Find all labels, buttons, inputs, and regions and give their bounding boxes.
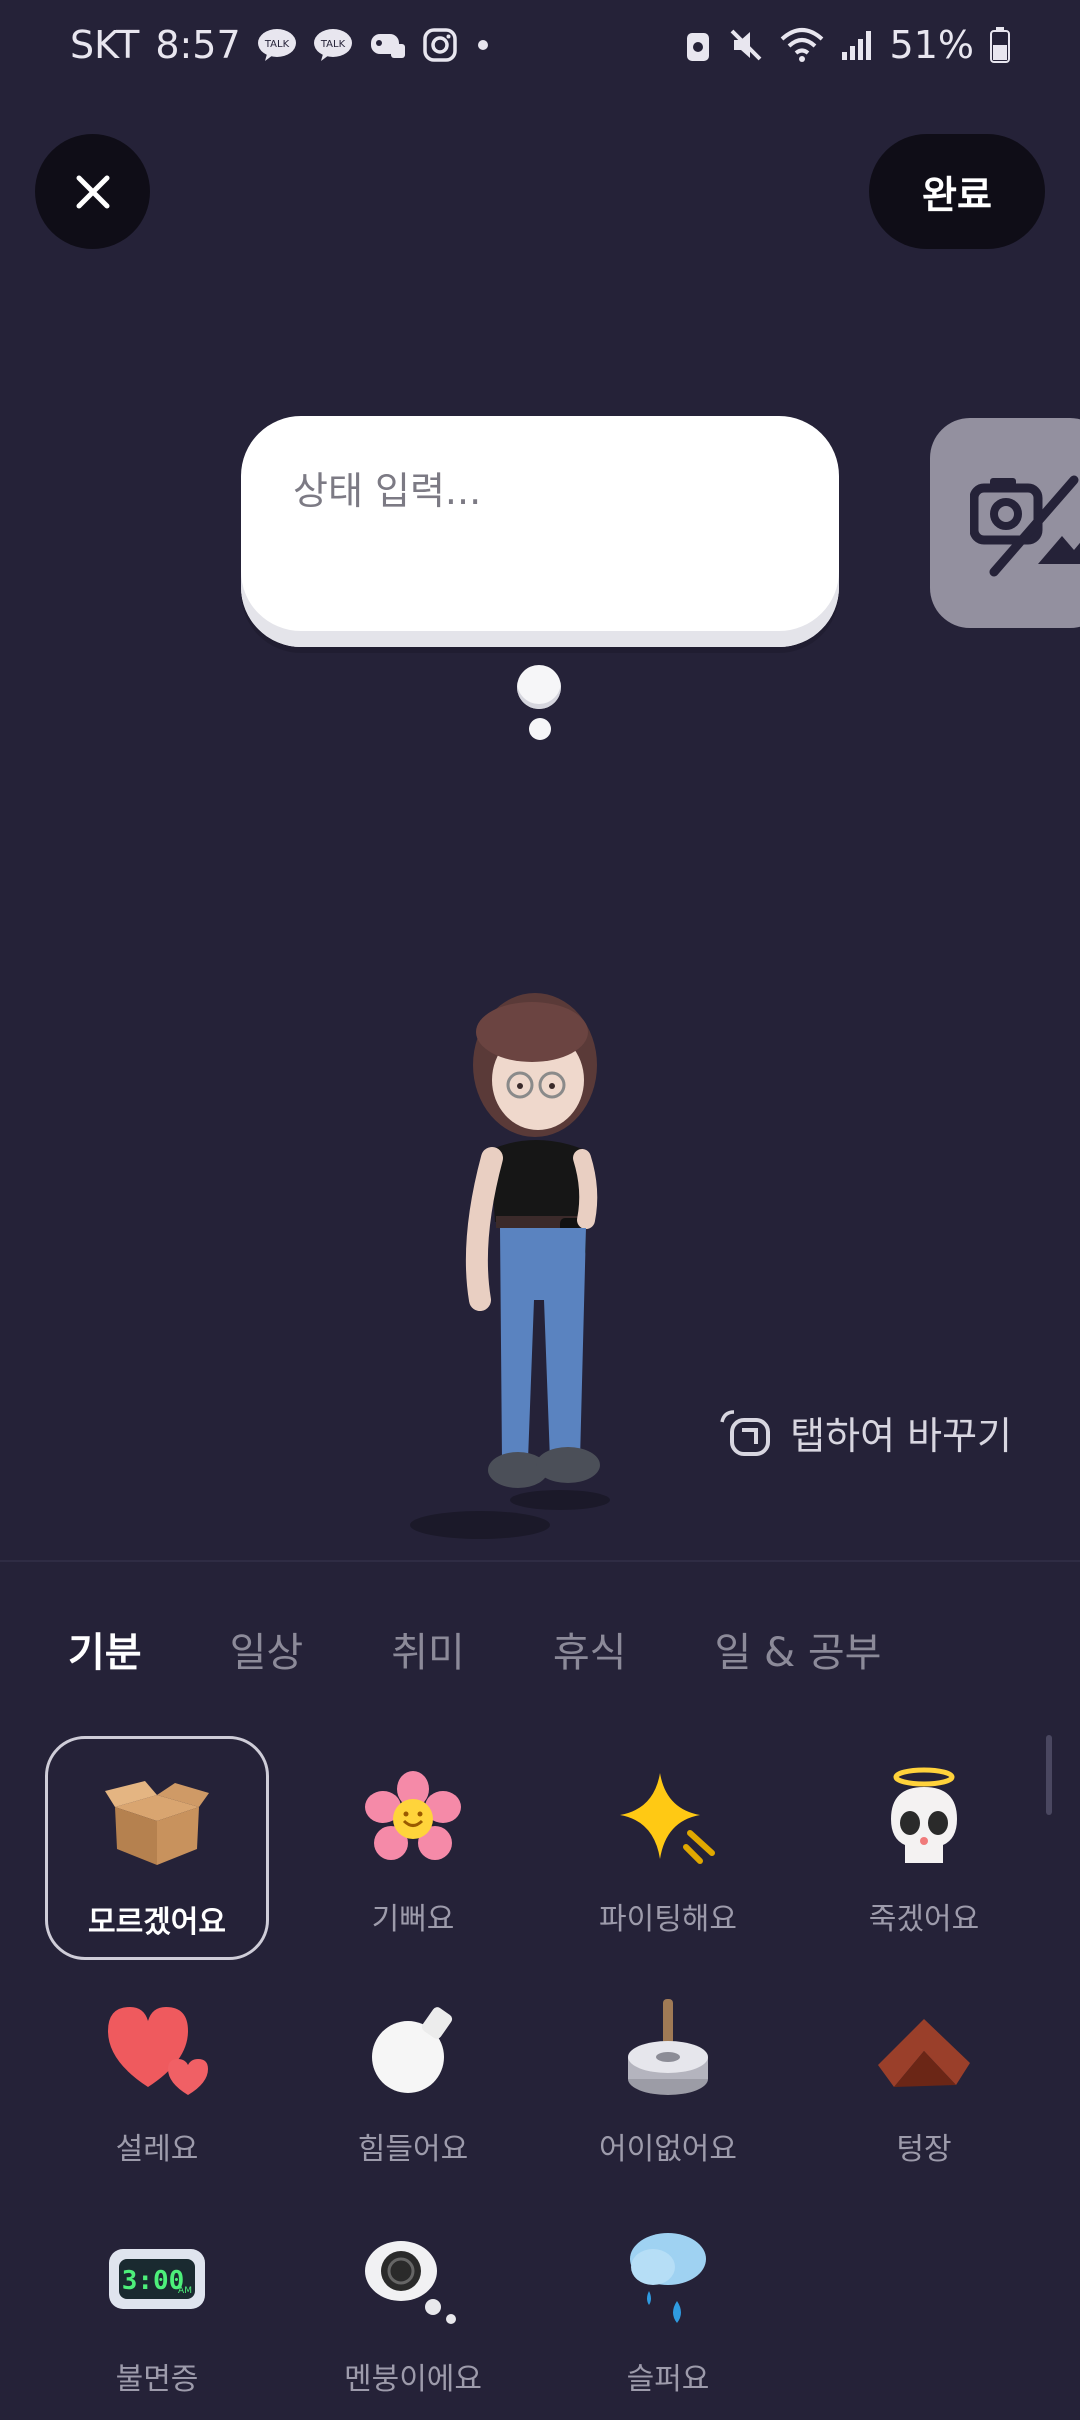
mood-label: 모르겠어요	[88, 1905, 226, 1940]
tape-roll-icon	[613, 1994, 723, 2104]
mood-label: 기뻐요	[371, 1902, 455, 1937]
carrier-label: SKT	[70, 23, 140, 67]
status-input-placeholder: 상태 입력...	[293, 469, 482, 513]
mute-icon	[728, 27, 764, 63]
mood-label: 힘들어요	[357, 2132, 469, 2167]
box-icon	[102, 1767, 212, 1877]
avatar-character[interactable]	[410, 980, 660, 1540]
notification-dot-icon	[473, 35, 493, 55]
done-button[interactable]: 완료	[869, 134, 1045, 249]
svg-text:AM: AM	[178, 2286, 192, 2296]
close-button[interactable]	[35, 134, 150, 249]
empty-wallet-icon	[869, 1994, 979, 2104]
tap-hint-label: 탭하여 바꾸기	[790, 1414, 1012, 1458]
mood-label: 멘붕이에요	[344, 2362, 482, 2397]
camera-off-icon	[970, 475, 1080, 577]
mood-item-excited[interactable]: 설레요	[45, 1966, 269, 2190]
tab-work-study[interactable]: 일 & 공부	[714, 1620, 881, 1678]
mood-item-broke[interactable]: 텅장	[812, 1966, 1036, 2190]
mood-label: 어이없어요	[599, 2132, 737, 2167]
tap-hand-icon	[720, 1409, 771, 1456]
mood-item-fighting[interactable]: 파이팅해요	[556, 1736, 780, 1960]
mood-label: 텅장	[896, 2132, 952, 2167]
mood-item-dying[interactable]: 죽겠어요	[812, 1736, 1036, 1960]
thought-dot-large	[517, 665, 561, 709]
category-tabs: 기분 일상 취미 휴식 일 & 공부	[68, 1620, 969, 1678]
alarm-clock-icon: 3:00 AM	[102, 2224, 212, 2334]
tab-hobby[interactable]: 취미	[391, 1620, 465, 1678]
instagram-icon	[422, 28, 457, 62]
wifi-icon	[780, 27, 824, 63]
svg-text:TALK: TALK	[264, 39, 290, 50]
close-icon	[76, 175, 109, 208]
mood-label: 슬퍼요	[626, 2362, 710, 2397]
heart-icon	[102, 1994, 212, 2104]
kakaotalk-icon: TALK	[257, 28, 297, 62]
tab-daily[interactable]: 일상	[230, 1620, 304, 1678]
scrollbar-thumb[interactable]	[1046, 1735, 1052, 1815]
mood-label: 죽겠어요	[868, 1902, 980, 1937]
lock-badge-icon	[684, 27, 712, 63]
mood-label: 불면증	[115, 2362, 199, 2397]
mood-item-insomnia[interactable]: 3:00 AM 불면증	[45, 2196, 269, 2420]
bomb-icon	[358, 1994, 468, 2104]
game-controller-icon	[369, 28, 407, 62]
status-bar: SKT 8:57 TALK TALK 51%	[0, 0, 1080, 90]
tab-rest[interactable]: 휴식	[553, 1620, 627, 1678]
mood-item-sad[interactable]: 슬퍼요	[556, 2196, 780, 2420]
mood-item-unknown[interactable]: 모르겠어요	[45, 1736, 269, 1960]
flower-icon	[358, 1764, 468, 1874]
tap-to-change-hint[interactable]: 탭하여 바꾸기	[718, 1405, 1012, 1460]
thought-dot-small	[529, 718, 551, 740]
mood-item-happy[interactable]: 기뻐요	[301, 1736, 525, 1960]
status-right: 51%	[684, 23, 1010, 67]
skull-angel-icon	[869, 1764, 979, 1874]
svg-text:TALK: TALK	[320, 39, 346, 50]
battery-icon	[990, 27, 1010, 63]
sparkle-icon	[613, 1764, 723, 1874]
mood-label: 설레요	[115, 2132, 199, 2167]
svg-text:3:00: 3:00	[122, 2266, 185, 2296]
rain-cloud-icon	[613, 2224, 723, 2334]
status-left: SKT 8:57 TALK TALK	[70, 23, 493, 67]
status-input-bubble[interactable]: 상태 입력...	[241, 416, 839, 647]
mood-item-tired[interactable]: 힘들어요	[301, 1966, 525, 2190]
mood-item-dumbfounded[interactable]: 어이없어요	[556, 1966, 780, 2190]
kakaotalk-icon: TALK	[313, 28, 353, 62]
tab-mood[interactable]: 기분	[68, 1620, 142, 1678]
clock-label: 8:57	[155, 23, 241, 67]
scribble-cloud-icon	[358, 2224, 468, 2334]
battery-percent: 51%	[889, 23, 974, 67]
photo-card[interactable]	[930, 418, 1080, 628]
mood-label: 파이팅해요	[599, 1902, 737, 1937]
mood-item-mental-breakdown[interactable]: 멘붕이에요	[301, 2196, 525, 2420]
section-divider	[0, 1560, 1080, 1562]
signal-icon	[840, 28, 874, 62]
